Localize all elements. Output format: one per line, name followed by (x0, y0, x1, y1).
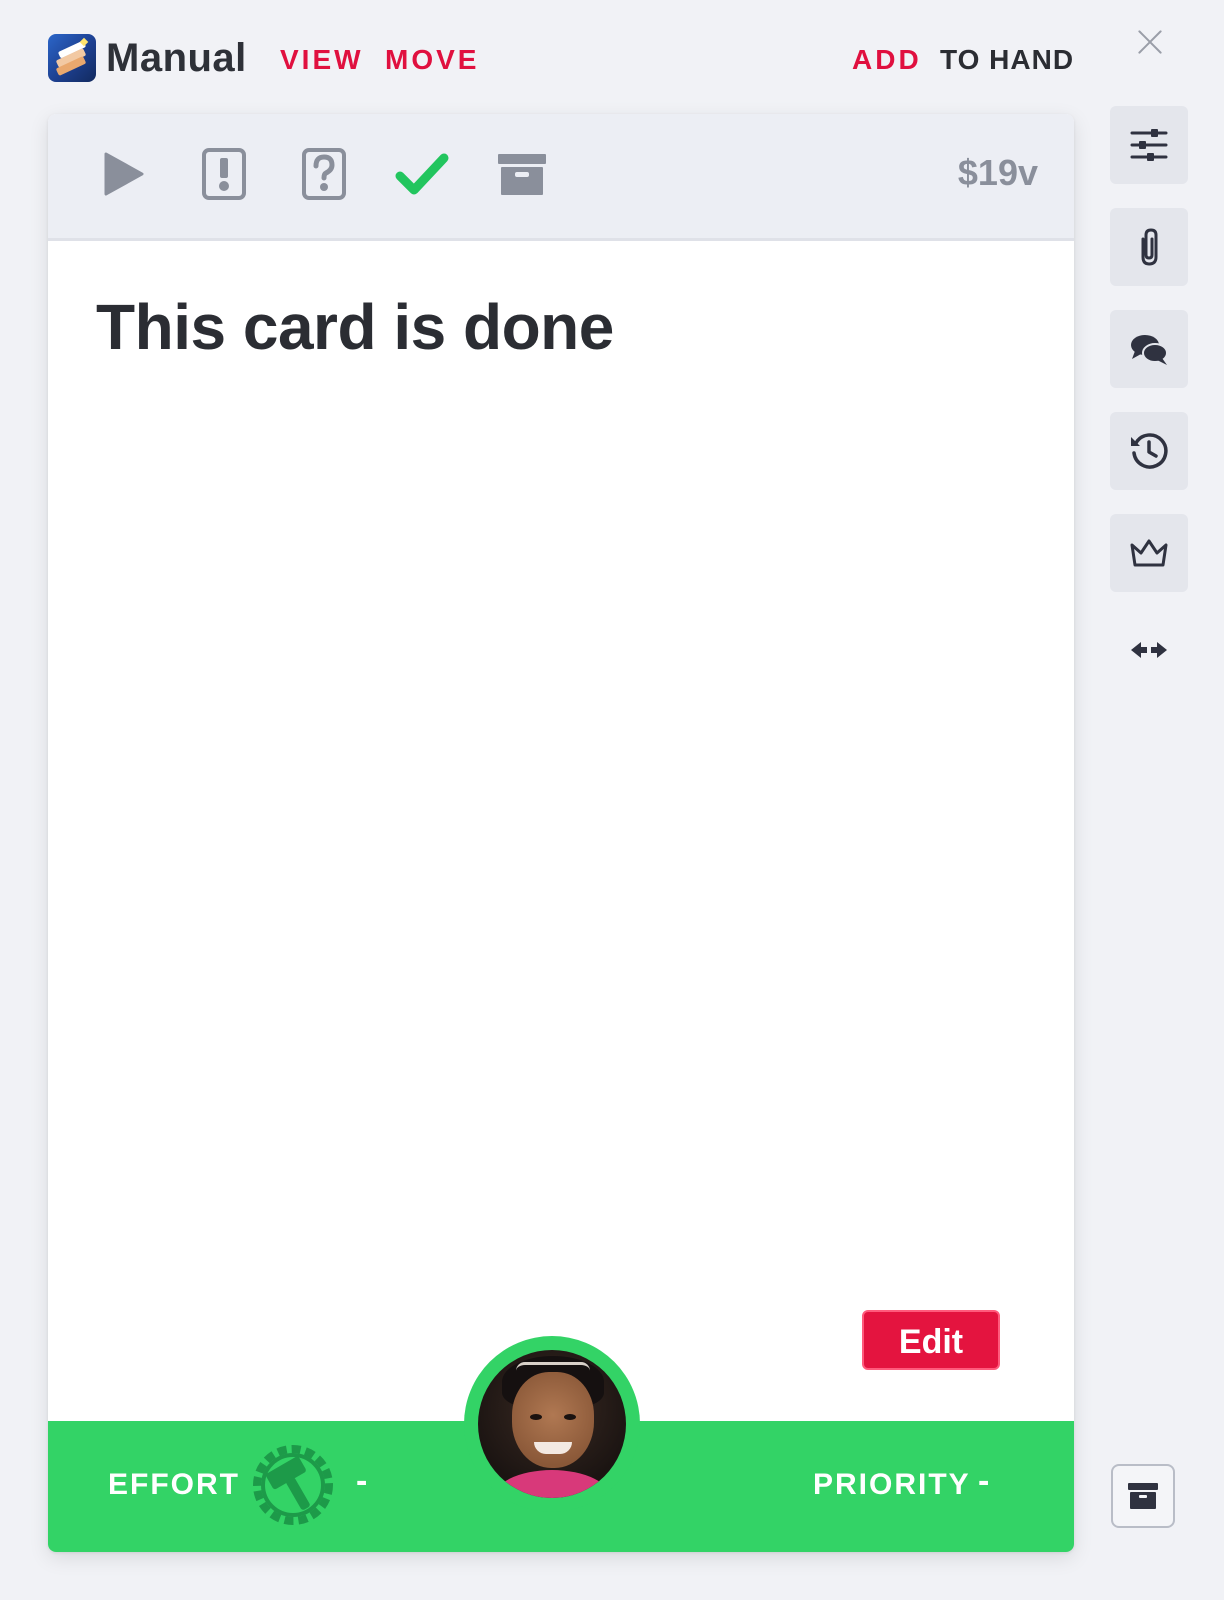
effort-hammer-icon[interactable] (248, 1440, 338, 1530)
manual-logo-icon (48, 34, 96, 82)
top-bar: Manual VIEW MOVE ADD TO HAND (0, 0, 1224, 110)
play-icon[interactable] (96, 146, 152, 202)
card-title: This card is done (96, 291, 614, 363)
effort-label: EFFORT (108, 1468, 240, 1501)
archive-icon[interactable] (1111, 1464, 1175, 1528)
check-icon[interactable] (394, 146, 450, 202)
view-button[interactable]: VIEW (280, 44, 364, 76)
card-status-toolbar: $19v (48, 114, 1074, 241)
question-icon[interactable] (296, 146, 352, 202)
assignee-avatar[interactable] (464, 1336, 640, 1512)
card-panel: $19v This card is done Edit EFFORT - PRI… (48, 114, 1074, 1552)
card-cost: $19v (957, 152, 1038, 193)
expand-horizontal-icon[interactable] (1110, 620, 1188, 680)
history-icon[interactable] (1110, 412, 1188, 490)
deck-title: Manual (106, 36, 247, 80)
crown-icon[interactable] (1110, 514, 1188, 592)
sliders-icon[interactable] (1110, 106, 1188, 184)
edit-button[interactable]: Edit (862, 1310, 1000, 1370)
priority-label: PRIORITY (813, 1468, 971, 1501)
priority-value[interactable]: - (978, 1462, 989, 1501)
close-icon[interactable] (1134, 26, 1166, 58)
add-button[interactable]: ADD (852, 44, 922, 76)
blocked-icon[interactable] (196, 146, 252, 202)
effort-value[interactable]: - (356, 1462, 367, 1501)
move-button[interactable]: MOVE (385, 44, 479, 76)
to-hand-label[interactable]: TO HAND (940, 44, 1074, 76)
archive-icon[interactable] (494, 146, 550, 202)
paperclip-icon[interactable] (1110, 208, 1188, 286)
comments-icon[interactable] (1110, 310, 1188, 388)
avatar-photo (478, 1350, 626, 1498)
